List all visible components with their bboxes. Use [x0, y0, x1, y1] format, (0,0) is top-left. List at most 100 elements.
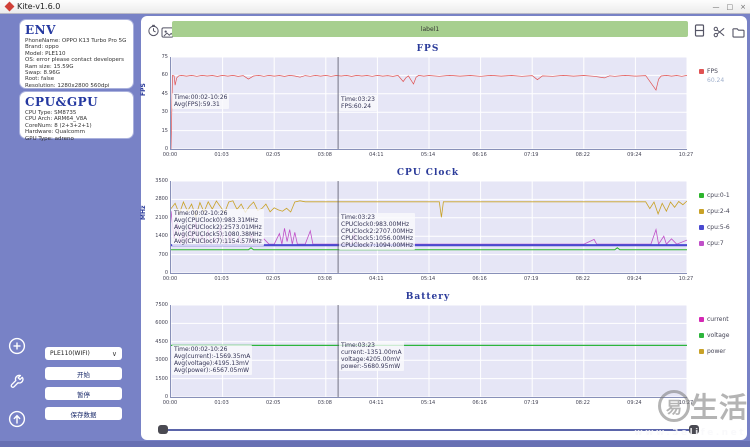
maximize-button[interactable]: □: [727, 1, 734, 13]
x-tick-label: 04:11: [361, 400, 391, 406]
legend-item[interactable]: cpu:7: [699, 240, 730, 247]
main-panel: label1 FPS FPS FPS60.24 0153045607500:00…: [141, 16, 747, 440]
titlebar: Kite-v1.6.0 — □ ×: [0, 0, 750, 14]
fps-chart: FPS FPS FPS60.24 0153045607500:0001:0302…: [141, 44, 747, 166]
legend-label: current: [707, 316, 729, 323]
battery-chart: Battery currentvoltagepower 015003000450…: [141, 292, 747, 414]
wrench-icon: [8, 374, 26, 392]
legend-label: FPS: [707, 68, 718, 75]
x-tick-label: 10:27: [671, 400, 701, 406]
x-tick-label: 06:16: [465, 400, 495, 406]
settings-button[interactable]: [7, 373, 26, 392]
y-tick-label: 75: [143, 54, 168, 60]
x-tick-label: 03:08: [310, 400, 340, 406]
session-label: label1: [421, 26, 439, 33]
upload-button[interactable]: [7, 409, 26, 428]
legend-swatch: [699, 69, 704, 74]
x-tick-label: 02:05: [258, 152, 288, 158]
cloud-upload-icon: [8, 410, 26, 428]
y-tick-label: 2800: [143, 196, 168, 202]
x-tick-label: 00:00: [155, 152, 185, 158]
env-line: Resolution: 1280x2800 560dpi: [25, 83, 128, 89]
pause-button[interactable]: 暂停: [45, 387, 122, 400]
x-tick-label: 04:11: [361, 276, 391, 282]
legend-label: cpu:7: [707, 240, 724, 247]
slider-track[interactable]: [163, 429, 694, 431]
x-tick-label: 03:08: [310, 152, 340, 158]
y-tick-label: 7500: [143, 302, 168, 308]
x-tick-label: 02:05: [258, 400, 288, 406]
env-panel-title: ENV: [25, 23, 128, 37]
x-tick-label: 00:00: [155, 276, 185, 282]
device-select-value: PLE110(WIFI): [50, 350, 90, 357]
y-tick-label: 3000: [143, 357, 168, 363]
y-tick-label: 45: [143, 91, 168, 97]
plot-svg: [171, 305, 687, 397]
legend-swatch: [699, 209, 704, 214]
spec-line: GPU Type: adreno: [25, 136, 128, 142]
slider-handle-right[interactable]: [689, 425, 699, 434]
legend-label: voltage: [707, 332, 729, 339]
x-tick-label: 10:27: [671, 152, 701, 158]
bottom-strip: [0, 441, 750, 447]
x-tick-label: 09:24: [619, 400, 649, 406]
x-tick-label: 03:08: [310, 276, 340, 282]
legend-label: cpu:0-1: [707, 192, 730, 199]
y-tick-label: 1500: [143, 376, 168, 382]
x-tick-label: 09:24: [619, 276, 649, 282]
legend-item[interactable]: current: [699, 316, 729, 323]
x-tick-label: 01:03: [207, 276, 237, 282]
time-range-slider: [141, 422, 747, 438]
legend-item[interactable]: cpu:0-1: [699, 192, 730, 199]
chart-plot-area[interactable]: [170, 57, 687, 150]
cpugpu-panel: CPU&GPU CPU Type: SM8735 CPU Arch: ARM64…: [20, 92, 133, 138]
chart-title: CPU Clock: [170, 168, 686, 178]
legend-item[interactable]: cpu:2-4: [699, 208, 730, 215]
chart-legend: current voltage power: [699, 316, 729, 364]
cpu-clock-chart: CPU Clock MHz cpu:0-1cpu:2-4cpu:5-6cpu:7…: [141, 168, 747, 290]
close-button[interactable]: ×: [740, 1, 746, 13]
legend-label: power: [707, 348, 726, 355]
x-tick-label: 07:19: [516, 276, 546, 282]
legend-swatch: [699, 225, 704, 230]
slider-handle-left[interactable]: [158, 425, 168, 434]
legend-label: cpu:5-6: [707, 224, 730, 231]
app-icon: [5, 2, 15, 12]
plus-circle-icon: [8, 337, 26, 355]
device-select[interactable]: PLE110(WIFI) ∨: [45, 347, 122, 360]
legend-item[interactable]: FPS: [699, 68, 724, 75]
chart-plot-area[interactable]: [170, 305, 687, 398]
timer-icon[interactable]: [147, 22, 160, 41]
y-tick-label: 60: [143, 72, 168, 78]
add-button[interactable]: [7, 336, 26, 355]
x-tick-label: 08:22: [568, 276, 598, 282]
y-tick-label: 30: [143, 109, 168, 115]
x-tick-label: 07:19: [516, 152, 546, 158]
x-tick-label: 06:16: [465, 152, 495, 158]
x-tick-label: 01:03: [207, 400, 237, 406]
chart-plot-area[interactable]: [170, 181, 687, 274]
minimize-button[interactable]: —: [713, 1, 720, 13]
window-title: Kite-v1.6.0: [17, 0, 60, 14]
save-data-button[interactable]: 保存数据: [45, 407, 122, 420]
legend-item[interactable]: voltage: [699, 332, 729, 339]
x-tick-label: 00:00: [155, 400, 185, 406]
y-tick-label: 6000: [143, 320, 168, 326]
folder-icon[interactable]: [732, 23, 745, 42]
x-tick-label: 05:14: [413, 152, 443, 158]
chart-legend: FPS60.24: [699, 68, 724, 84]
y-tick-label: 3500: [143, 178, 168, 184]
bookmark-icon[interactable]: [694, 22, 705, 41]
x-tick-label: 02:05: [258, 276, 288, 282]
y-tick-label: 15: [143, 128, 168, 134]
legend-item[interactable]: cpu:5-6: [699, 224, 730, 231]
x-tick-label: 04:11: [361, 152, 391, 158]
legend-item[interactable]: power: [699, 348, 729, 355]
scissors-icon[interactable]: [713, 23, 726, 42]
session-label-bar[interactable]: label1: [172, 21, 688, 37]
start-button[interactable]: 开始: [45, 367, 122, 380]
app-window: Kite-v1.6.0 — □ × ENV PhoneName: OPPO K1…: [0, 0, 750, 447]
chart-title: FPS: [170, 44, 686, 54]
legend-label: cpu:2-4: [707, 208, 730, 215]
x-tick-label: 08:22: [568, 152, 598, 158]
